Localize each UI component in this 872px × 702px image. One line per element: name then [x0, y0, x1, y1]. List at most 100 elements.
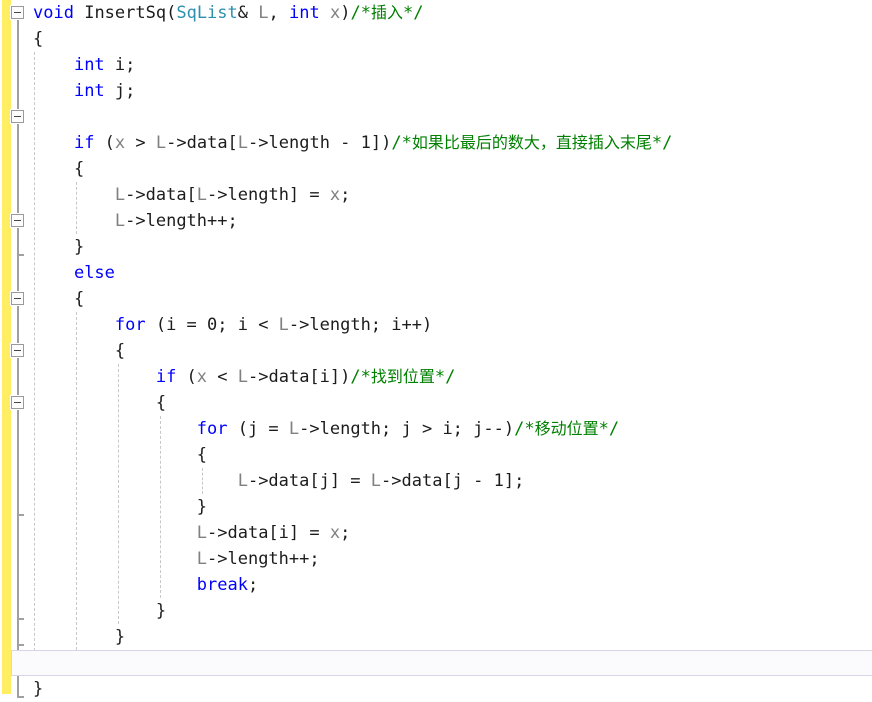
- code-token-plain: (j =: [227, 419, 289, 439]
- code-token-param: x: [329, 3, 341, 23]
- code-token-cmt: /*: [350, 367, 371, 387]
- code-token-plain: }: [33, 679, 44, 699]
- code-token-plain: {: [196, 445, 208, 465]
- code-token-cmt-cjk: 如果比最后的数大，直接插入末尾: [411, 133, 652, 152]
- code-token-punct: (: [176, 367, 197, 387]
- code-token-kw: int: [288, 3, 320, 23]
- code-text-area[interactable]: void InsertSq(SqList& L, int x)/*插入*/{ i…: [33, 0, 872, 699]
- code-token-punct: (: [94, 133, 115, 153]
- code-token-param: L: [155, 133, 167, 153]
- fold-toggle-icon[interactable]: [11, 6, 24, 19]
- code-folding-margin[interactable]: [11, 0, 33, 698]
- fold-tree-end-tick: [17, 514, 24, 516]
- code-token-param: L: [196, 549, 208, 569]
- code-token-plain: ->data[j] =: [247, 471, 371, 491]
- fold-toggle-icon[interactable]: [11, 396, 24, 409]
- code-token-plain: ->data[: [166, 133, 238, 153]
- fold-tree-line: [17, 123, 19, 214]
- code-line[interactable]: }: [33, 234, 872, 260]
- code-line[interactable]: L->length++;: [33, 208, 872, 234]
- code-token-param: L: [196, 523, 208, 543]
- code-token-kw: int: [73, 55, 105, 75]
- code-token-kw: void: [33, 3, 74, 23]
- code-token-kw: break: [196, 575, 248, 595]
- fold-toggle-icon[interactable]: [11, 110, 24, 123]
- code-token-type: SqList: [176, 3, 238, 23]
- code-line[interactable]: }: [33, 624, 872, 650]
- code-token-cmt: /*: [514, 419, 535, 439]
- code-token-plain: ->length++;: [207, 549, 320, 569]
- fold-toggle-icon[interactable]: [11, 344, 24, 357]
- fold-toggle-icon[interactable]: [11, 214, 24, 227]
- code-token-param: x: [114, 133, 126, 153]
- code-token-cmt: */: [402, 3, 424, 23]
- code-line[interactable]: {: [33, 156, 872, 182]
- code-token-param: L: [114, 211, 126, 231]
- code-token-cmt: */: [434, 367, 456, 387]
- code-line[interactable]: {: [33, 338, 872, 364]
- code-line[interactable]: {: [33, 26, 872, 52]
- code-line[interactable]: L->length++;: [33, 546, 872, 572]
- fold-toggle-icon[interactable]: [11, 292, 24, 305]
- code-token-param: L: [237, 471, 248, 491]
- code-line[interactable]: break;: [33, 572, 872, 598]
- code-token-plain: {: [73, 289, 85, 309]
- code-line[interactable]: L->data[i] = x;: [33, 520, 872, 546]
- code-line[interactable]: [33, 104, 872, 130]
- code-line[interactable]: else: [33, 260, 872, 286]
- code-token-param: L: [196, 185, 208, 205]
- code-editor[interactable]: void InsertSq(SqList& L, int x)/*插入*/{ i…: [0, 0, 872, 699]
- code-token-cmt-cjk: 移动位置: [534, 419, 599, 438]
- current-line-gutter-highlight: [11, 650, 33, 676]
- code-line[interactable]: void InsertSq(SqList& L, int x)/*插入*/: [33, 0, 872, 26]
- code-line[interactable]: {: [33, 442, 872, 468]
- code-line[interactable]: for (i = 0; i < L->length; i++): [33, 312, 872, 338]
- fold-tree-end-tick: [17, 618, 24, 620]
- code-token-plain: {: [73, 159, 85, 179]
- code-token-kw: if: [73, 133, 95, 153]
- code-token-cmt: /*: [391, 133, 412, 153]
- code-token-kw: else: [73, 263, 115, 283]
- code-line[interactable]: int i;: [33, 52, 872, 78]
- code-token-param: L: [258, 3, 269, 23]
- code-line[interactable]: for (j = L->length; j > i; j--)/*移动位置*/: [33, 416, 872, 442]
- fold-tree-line: [17, 227, 19, 292]
- code-line[interactable]: {: [33, 390, 872, 416]
- code-token-plain: ->length] =: [207, 185, 330, 205]
- code-line[interactable]: }: [33, 494, 872, 520]
- code-token-plain: {: [155, 393, 167, 413]
- code-line[interactable]: L->data[j] = L->data[j - 1];: [33, 468, 872, 494]
- code-token-plain: i;: [104, 55, 136, 75]
- code-line[interactable]: int j;: [33, 78, 872, 104]
- code-token-punct: <: [207, 367, 238, 387]
- code-line[interactable]: if (x < L->data[i])/*找到位置*/: [33, 364, 872, 390]
- code-token-param: x: [329, 185, 341, 205]
- code-line[interactable]: }: [33, 676, 872, 702]
- code-token-punct: &: [237, 3, 259, 23]
- code-line[interactable]: {: [33, 286, 872, 312]
- code-line[interactable]: L->data[L->length] = x;: [33, 182, 872, 208]
- code-token-punct: (: [166, 3, 177, 23]
- current-line-highlight: [22, 650, 872, 676]
- code-line[interactable]: if (x > L->data[L->length - 1])/*如果比最后的数…: [33, 130, 872, 156]
- code-line[interactable]: }: [33, 598, 872, 624]
- unsaved-changes-bar: [2, 0, 11, 694]
- code-token-param: L: [114, 185, 126, 205]
- code-token-cmt: /*: [350, 3, 371, 23]
- fold-tree-end-tick: [17, 696, 24, 698]
- code-token-plain: }: [196, 497, 208, 517]
